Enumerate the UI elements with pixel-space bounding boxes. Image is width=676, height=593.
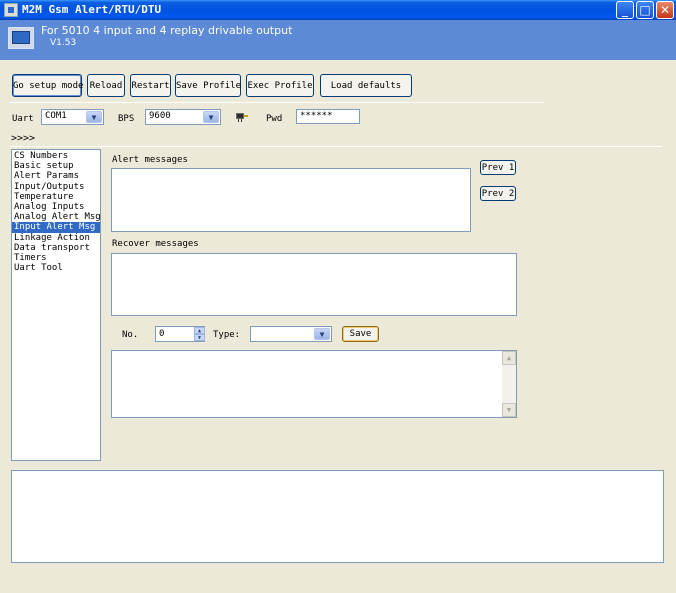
serial-connect-icon[interactable] <box>235 110 249 123</box>
maximize-button[interactable]: □ <box>636 1 654 19</box>
app-window-icon <box>4 3 18 17</box>
scroll-up-icon[interactable]: ▲ <box>502 351 516 365</box>
menu-item-analog-inputs[interactable]: Analog Inputs <box>12 202 100 212</box>
menu-item-data-transport[interactable]: Data transport <box>12 243 100 253</box>
go-setup-mode-button[interactable]: Go setup mode <box>12 74 83 97</box>
type-select[interactable]: ▼ <box>250 326 332 342</box>
exec-profile-button[interactable]: Exec Profile <box>246 74 314 97</box>
spin-up-icon[interactable]: ▲ <box>194 327 205 334</box>
no-label: No. <box>122 330 139 340</box>
alert-messages-textarea[interactable] <box>111 168 471 232</box>
reload-button[interactable]: Reload <box>87 74 125 97</box>
pwd-label: Pwd <box>266 114 283 124</box>
log-output-box[interactable] <box>11 470 664 563</box>
bps-select[interactable]: 9600 ▼ <box>145 109 221 125</box>
save-button[interactable]: Save <box>342 326 379 342</box>
header-title: For 5010 4 input and 4 replay drivable o… <box>41 24 293 37</box>
device-icon-screen <box>12 31 30 44</box>
prev-1-button[interactable]: Prev 1 <box>480 160 516 175</box>
alert-messages-label: Alert messages <box>112 155 188 165</box>
load-defaults-button[interactable]: Load defaults <box>320 74 412 97</box>
header-banner: For 5010 4 input and 4 replay drivable o… <box>0 20 676 60</box>
toolbar-separator <box>10 102 544 103</box>
menu-item-uart-tool[interactable]: Uart Tool <box>12 263 100 273</box>
window-title: M2M Gsm Alert/RTU/DTU <box>22 3 162 16</box>
menu-item-input-alert-msg[interactable]: Input Alert Msg <box>12 222 100 233</box>
type-label: Type: <box>213 330 241 340</box>
connection-separator <box>10 146 662 147</box>
menu-item-temperature[interactable]: Temperature <box>12 192 100 202</box>
header-version: V1.53 <box>50 38 77 48</box>
menu-item-alert-params[interactable]: Alert Params <box>12 171 100 181</box>
pwd-field[interactable]: ****** <box>296 109 360 124</box>
menu-item-cs-numbers[interactable]: CS Numbers <box>12 151 100 161</box>
bps-label: BPS <box>118 114 135 124</box>
menu-item-analog-alert-msg[interactable]: Analog Alert Msg <box>12 212 101 222</box>
minimize-button[interactable]: _ <box>616 1 634 19</box>
no-stepper[interactable]: 0 ▲ ▼ <box>155 326 205 342</box>
menu-item-basic-setup[interactable]: Basic setup <box>12 161 100 171</box>
scroll-down-icon[interactable]: ▼ <box>502 403 516 417</box>
uart-label: Uart <box>12 114 34 124</box>
menu-item-timers[interactable]: Timers <box>12 253 100 263</box>
recover-messages-label: Recover messages <box>112 239 199 249</box>
prev-2-button[interactable]: Prev 2 <box>480 186 516 201</box>
device-icon <box>8 27 34 49</box>
menu-item-input-outputs[interactable]: Input/Outputs <box>12 182 100 192</box>
settings-menu-list[interactable]: CS Numbers Basic setup Alert Params Inpu… <box>11 149 101 461</box>
menu-item-linkage-action[interactable]: Linkage Action <box>12 233 100 243</box>
status-indicator: >>>> <box>11 133 36 144</box>
restart-button[interactable]: Restart <box>130 74 171 97</box>
recover-messages-textarea[interactable] <box>111 253 517 316</box>
uart-select-value: COM1 <box>45 111 67 121</box>
chevron-down-icon[interactable]: ▼ <box>203 111 219 123</box>
uart-select[interactable]: COM1 ▼ <box>41 109 104 125</box>
title-bar[interactable]: M2M Gsm Alert/RTU/DTU _ □ ✕ <box>0 0 676 20</box>
save-profile-button[interactable]: Save Profile <box>175 74 241 97</box>
no-stepper-value: 0 <box>159 329 165 339</box>
chevron-down-icon[interactable]: ▼ <box>314 328 330 340</box>
message-detail-scrollbar[interactable]: ▲ ▼ <box>502 351 516 417</box>
spin-down-icon[interactable]: ▼ <box>194 334 205 341</box>
message-detail-box[interactable] <box>111 350 517 418</box>
bps-select-value: 9600 <box>149 111 171 121</box>
close-button[interactable]: ✕ <box>656 1 674 19</box>
chevron-down-icon[interactable]: ▼ <box>86 111 102 123</box>
